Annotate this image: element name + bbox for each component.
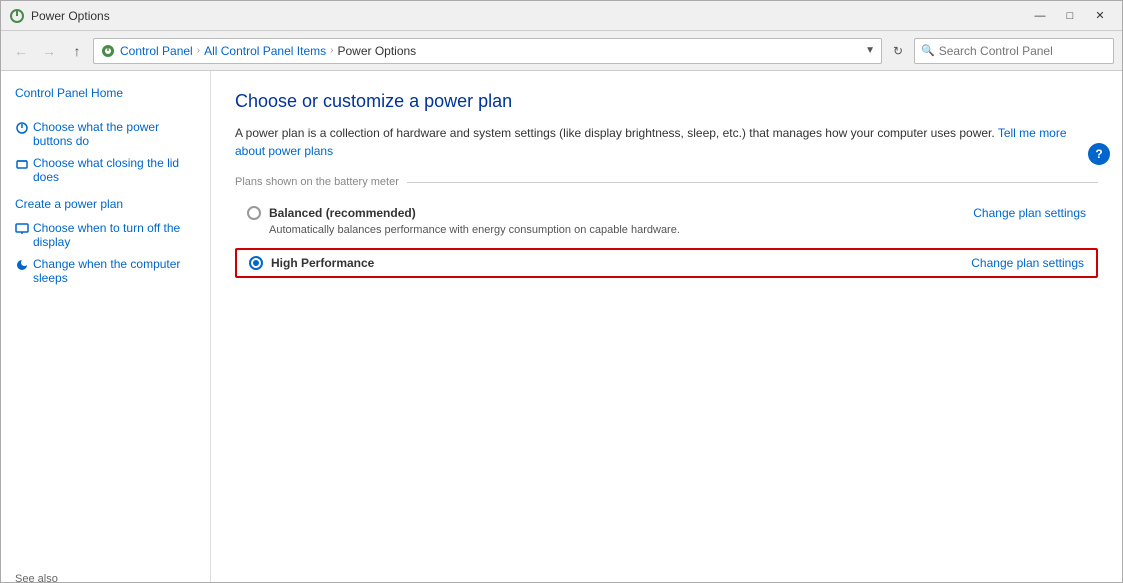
close-button[interactable]: ✕: [1086, 6, 1114, 26]
maximize-button[interactable]: □: [1056, 6, 1084, 26]
content-area: Control Panel Home Choose what the power…: [1, 71, 1122, 582]
breadcrumb: Control Panel › All Control Panel Items …: [93, 38, 882, 64]
closing-lid-label[interactable]: Choose what closing the lid does: [33, 156, 196, 184]
display-icon: [15, 222, 29, 236]
tell-me-more-link[interactable]: Tell me more about power plans: [235, 126, 1067, 158]
high-performance-radio[interactable]: [249, 256, 263, 270]
breadcrumb-control-panel[interactable]: Control Panel: [120, 44, 193, 58]
balanced-radio[interactable]: [247, 206, 261, 220]
title-bar-controls: — □ ✕: [1026, 6, 1114, 26]
sidebar-item-create-power-plan[interactable]: Create a power plan: [1, 192, 210, 217]
page-description: A power plan is a collection of hardware…: [235, 124, 1098, 160]
sidebar-item-control-panel-home[interactable]: Control Panel Home: [1, 81, 210, 106]
breadcrumb-all-items[interactable]: All Control Panel Items: [204, 44, 326, 58]
back-button[interactable]: ←: [9, 39, 33, 63]
minimize-button[interactable]: —: [1026, 6, 1054, 26]
title-bar: Power Options — □ ✕: [1, 1, 1122, 31]
balanced-plan-item: Balanced (recommended) Change plan setti…: [235, 198, 1098, 244]
search-input[interactable]: [939, 44, 1107, 58]
breadcrumb-power-options: Power Options: [337, 44, 416, 58]
folder-icon: [100, 43, 116, 59]
forward-button[interactable]: →: [37, 39, 61, 63]
high-performance-plan-item: High Performance Change plan settings: [235, 248, 1098, 278]
sleep-icon: [15, 258, 29, 272]
sidebar-item-power-buttons[interactable]: Choose what the power buttons do: [1, 116, 210, 152]
balanced-change-plan-link[interactable]: Change plan settings: [973, 206, 1086, 220]
window: Power Options — □ ✕ ← → ↑ Control Panel …: [0, 0, 1123, 583]
main-panel: Choose or customize a power plan A power…: [211, 71, 1122, 582]
refresh-button[interactable]: ↻: [886, 39, 910, 63]
help-button[interactable]: ?: [1088, 143, 1110, 165]
balanced-plan-name: Balanced (recommended): [269, 206, 416, 220]
computer-sleeps-label[interactable]: Change when the computer sleeps: [33, 257, 196, 285]
sidebar-item-closing-lid[interactable]: Choose what closing the lid does: [1, 152, 210, 188]
closing-lid-icon: [15, 157, 29, 171]
title-bar-left: Power Options: [9, 8, 110, 24]
see-also-title: See also: [15, 573, 196, 582]
page-title: Choose or customize a power plan: [235, 91, 1098, 112]
sidebar-item-computer-sleeps[interactable]: Change when the computer sleeps: [1, 253, 210, 289]
balanced-plan-description: Automatically balances performance with …: [269, 224, 1086, 236]
search-icon: 🔍: [921, 44, 935, 57]
sidebar-item-turn-off-display[interactable]: Choose when to turn off the display: [1, 217, 210, 253]
up-button[interactable]: ↑: [65, 39, 89, 63]
plans-section-title: Plans shown on the battery meter: [235, 176, 1098, 188]
high-performance-plan-name: High Performance: [271, 256, 374, 270]
address-bar: ← → ↑ Control Panel › All Control Panel …: [1, 31, 1122, 71]
breadcrumb-dropdown-button[interactable]: ▼: [865, 45, 875, 56]
sidebar: Control Panel Home Choose what the power…: [1, 71, 211, 582]
power-buttons-icon: [15, 121, 29, 135]
search-box: 🔍: [914, 38, 1114, 64]
turn-off-display-label[interactable]: Choose when to turn off the display: [33, 221, 196, 249]
high-performance-change-plan-link[interactable]: Change plan settings: [971, 256, 1084, 270]
power-buttons-label[interactable]: Choose what the power buttons do: [33, 120, 196, 148]
window-title: Power Options: [31, 9, 110, 23]
see-also-section: See also Windows Mobility Center User Ac…: [1, 569, 210, 582]
main-wrapper: Choose or customize a power plan A power…: [211, 71, 1122, 582]
power-options-icon: [9, 8, 25, 24]
